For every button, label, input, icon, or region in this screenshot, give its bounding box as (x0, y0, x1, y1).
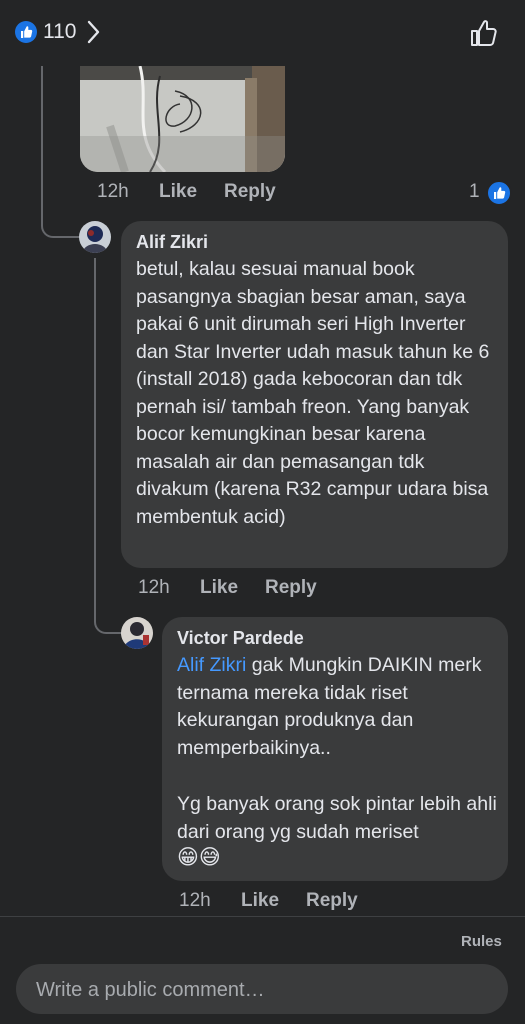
reply-link[interactable]: Reply (306, 890, 358, 912)
comment-reaction-count[interactable]: 1 (469, 181, 480, 203)
reply-link[interactable]: Reply (224, 181, 276, 203)
rules-link[interactable]: Rules (461, 933, 502, 950)
reactions-header: 110 (0, 0, 525, 64)
avatar[interactable] (121, 617, 153, 649)
comment-text: Alif Zikri gak Mungkin DAIKIN merk terna… (177, 652, 499, 762)
thumbs-up-outline-icon[interactable] (468, 17, 500, 54)
chevron-right-icon[interactable] (86, 19, 102, 50)
comment-time: 12h (138, 577, 170, 598)
comment-composer[interactable] (16, 964, 508, 1016)
comment-input[interactable] (34, 964, 488, 1016)
like-reaction-icon[interactable] (15, 21, 37, 43)
comment-time: 12h (179, 890, 211, 911)
emoji-text: 😁😅 (177, 846, 221, 869)
comment-text-second: Yg banyak orang sok pintar lebih ahli da… (177, 793, 503, 843)
comment-author[interactable]: Victor Pardede (177, 628, 304, 649)
reply-link[interactable]: Reply (265, 577, 317, 599)
comment-photo[interactable] (80, 66, 285, 172)
comment-bubble: Victor Pardede Alif Zikri gak Mungkin DA… (162, 617, 508, 881)
thread-line (94, 258, 124, 634)
like-link[interactable]: Like (241, 890, 279, 912)
comment-bubble: Alif Zikri betul, kalau sesuai manual bo… (121, 221, 508, 568)
like-link[interactable]: Like (159, 181, 197, 203)
comment-time: 12h (97, 181, 129, 202)
mention-link[interactable]: Alif Zikri (177, 654, 246, 676)
like-link[interactable]: Like (200, 577, 238, 599)
like-reaction-icon[interactable] (486, 180, 512, 206)
comment-text: betul, kalau sesuai manual book pasangny… (136, 258, 495, 528)
thread-line (41, 66, 81, 238)
avatar[interactable] (79, 221, 111, 253)
reaction-count[interactable]: 110 (43, 20, 76, 44)
divider (0, 916, 525, 917)
comment-author[interactable]: Alif Zikri (136, 232, 208, 253)
